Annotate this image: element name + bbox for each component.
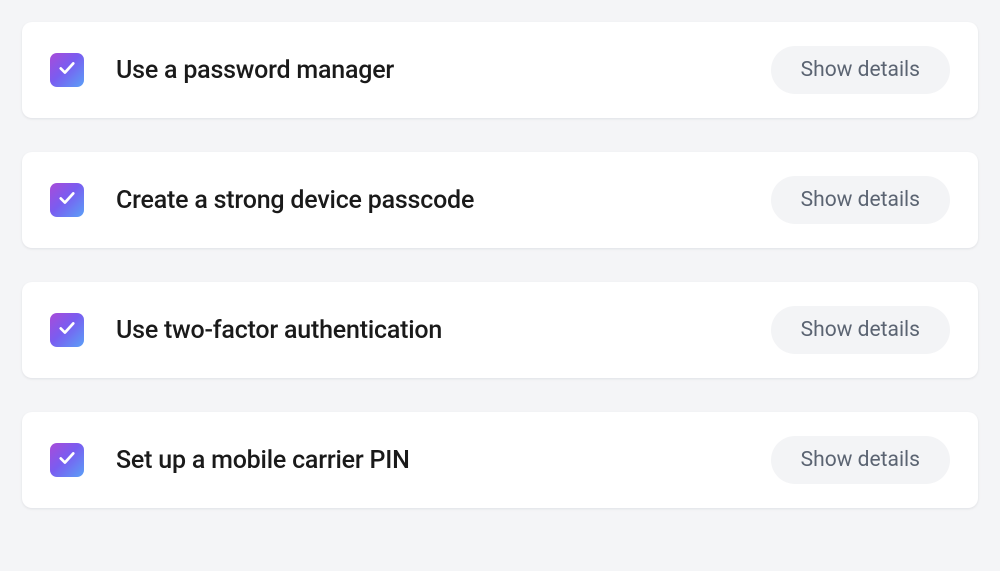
show-details-button[interactable]: Show details bbox=[771, 176, 950, 224]
checklist-item-two-factor: Use two-factor authentication Show detai… bbox=[22, 282, 978, 378]
checklist-item-password-manager: Use a password manager Show details bbox=[22, 22, 978, 118]
item-title: Set up a mobile carrier PIN bbox=[116, 446, 771, 475]
item-title: Create a strong device passcode bbox=[116, 186, 771, 215]
show-details-button[interactable]: Show details bbox=[771, 306, 950, 354]
checkmark-icon bbox=[57, 448, 77, 472]
item-title: Use a password manager bbox=[116, 56, 771, 85]
checkmark-icon bbox=[57, 318, 77, 342]
checkbox-carrier-pin[interactable] bbox=[50, 443, 84, 477]
checklist-item-device-passcode: Create a strong device passcode Show det… bbox=[22, 152, 978, 248]
show-details-button[interactable]: Show details bbox=[771, 46, 950, 94]
item-title: Use two-factor authentication bbox=[116, 316, 771, 345]
show-details-button[interactable]: Show details bbox=[771, 436, 950, 484]
security-checklist: Use a password manager Show details Crea… bbox=[22, 22, 978, 508]
checkbox-two-factor[interactable] bbox=[50, 313, 84, 347]
checklist-item-carrier-pin: Set up a mobile carrier PIN Show details bbox=[22, 412, 978, 508]
checkbox-device-passcode[interactable] bbox=[50, 183, 84, 217]
checkmark-icon bbox=[57, 188, 77, 212]
checkmark-icon bbox=[57, 58, 77, 82]
checkbox-password-manager[interactable] bbox=[50, 53, 84, 87]
